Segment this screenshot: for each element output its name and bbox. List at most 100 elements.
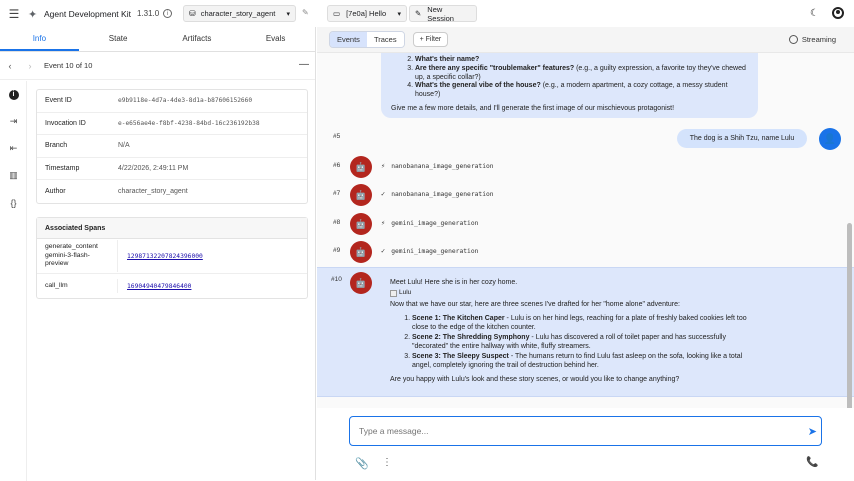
item-bold: Scene 2: The Shredding Symphony (412, 333, 530, 341)
list-item: Scene 3: The Sleepy Suspect - The humans… (412, 352, 760, 370)
tab-info[interactable]: Info (0, 27, 79, 51)
filter-button[interactable]: + Filter (412, 32, 449, 47)
side-tabs: Info State Artifacts Evals (0, 27, 315, 52)
span-link[interactable]: 16904940479846400 (118, 283, 191, 290)
new-session-button[interactable]: ✎ New Session (409, 4, 477, 23)
list-item: What's their name? (415, 56, 748, 65)
span-name: call_llm (37, 278, 118, 294)
tool-response-chip[interactable]: ✓ nanobanana_image_generation (381, 186, 494, 202)
meta-key: Timestamp (45, 165, 80, 173)
event-number: #8 (333, 219, 341, 226)
side-response-icon[interactable]: ⇤ (0, 135, 27, 162)
meta-value: character_story_agent (118, 188, 188, 196)
phone-icon[interactable]: 📞 (806, 457, 818, 468)
adk-logo-icon: ✦ (28, 8, 38, 21)
chat-scrollbar[interactable] (847, 223, 852, 408)
selected-event[interactable]: #10 🤖 Meet Lulu! Here she is in her cozy… (317, 267, 854, 397)
tool-call-chip[interactable]: ⚡ gemini_image_generation (381, 215, 478, 231)
edit-icon[interactable]: ✎ (302, 8, 309, 17)
session-select[interactable]: ▭ [7e0a] Hello ▾ (327, 5, 407, 22)
bot-message[interactable]: What's their name? Are there any specifi… (381, 53, 758, 118)
event-number: #5 (333, 133, 341, 140)
new-session-label: New Session (427, 4, 454, 23)
event-counter: Event 10 of 10 (44, 61, 93, 70)
agent-select[interactable]: ⛁ character_story_agent ▾ (183, 5, 296, 22)
side-request-icon[interactable]: ⇥ (0, 108, 27, 135)
tab-evals[interactable]: Evals (236, 27, 315, 51)
message-lead: Now that we have our star, here are thre… (390, 300, 680, 308)
version-label: 1.31.0 (136, 9, 160, 18)
bot-avatar-icon: 🤖 (350, 213, 372, 235)
meta-key: Invocation ID (45, 119, 86, 127)
send-icon[interactable]: ➤ (808, 425, 817, 438)
collapse-icon[interactable]: — (299, 59, 309, 70)
streaming-toggle[interactable]: Streaming (788, 35, 836, 44)
more-vert-icon[interactable]: ⋮ (382, 457, 392, 468)
side-info-icon[interactable]: i (0, 81, 27, 108)
tab-events[interactable]: Events (330, 32, 367, 47)
event-number: #10 (331, 276, 342, 283)
view-toggle: Events Traces (329, 31, 405, 48)
tool-name: gemini_image_generation (391, 219, 479, 227)
tool-name: nanobanana_image_generation (391, 162, 494, 170)
event-number: #9 (333, 247, 341, 254)
meta-row: Invocation ID e-e656ae4e-f8bf-4238-84bd-… (37, 113, 307, 136)
message-input[interactable] (359, 426, 779, 436)
bolt-icon: ⚡ (381, 162, 386, 170)
item-bold: What's the general vibe of the house? (415, 82, 541, 90)
tool-name: gemini_image_generation (391, 247, 479, 255)
span-link[interactable]: 12987132207824396000 (118, 253, 203, 260)
meta-value: 4/22/2026, 2:49:11 PM (118, 165, 189, 173)
span-row: call_llm 16904940479846400 (37, 274, 307, 298)
info-icon[interactable]: i (163, 9, 173, 18)
broken-image: Lulu (390, 289, 760, 297)
bot-avatar-icon: 🤖 (350, 272, 372, 294)
chat-icon: ▭ (333, 9, 341, 18)
meta-row: Branch N/A (37, 135, 307, 158)
associated-spans: Associated Spans generate_content gemini… (36, 217, 308, 299)
bolt-icon: ⚡ (381, 219, 386, 227)
streaming-label: Streaming (801, 35, 836, 44)
next-event-icon[interactable]: › (20, 61, 40, 71)
new-session-icon: ✎ (415, 9, 422, 18)
event-metadata: Event ID e9b9118e-4d7a-4de3-8d1a-b876061… (36, 89, 308, 204)
check-icon: ✓ (381, 190, 386, 198)
bot-message: Meet Lulu! Here she is in her cozy home.… (390, 278, 760, 384)
broken-image-icon (390, 289, 397, 297)
user-message[interactable]: The dog is a Shih Tzu, name Lulu (677, 129, 807, 148)
span-name: generate_content gemini-3-flash-preview (37, 240, 118, 272)
span-row: generate_content gemini-3-flash-preview … (37, 239, 307, 274)
account-icon[interactable] (832, 7, 844, 19)
tab-state[interactable]: State (79, 27, 158, 51)
events-toolbar: Events Traces + Filter Streaming (317, 27, 854, 53)
meta-key: Event ID (45, 97, 72, 105)
meta-row: Timestamp 4/22/2026, 2:49:11 PM (37, 158, 307, 181)
meta-key: Author (45, 188, 66, 196)
menu-icon[interactable]: ☰ (0, 7, 28, 21)
bot-avatar-icon: 🤖 (350, 184, 372, 206)
side-code-icon[interactable]: {} (0, 189, 27, 216)
list-item: Are there any specific "troublemaker" fe… (415, 65, 748, 83)
side-graph-icon[interactable]: ▥ (0, 162, 27, 189)
agent-icon: ⛁ (189, 9, 196, 18)
tool-name: nanobanana_image_generation (391, 190, 494, 198)
dark-mode-icon[interactable]: ☾ (810, 8, 819, 19)
meta-value: e-e656ae4e-f8bf-4238-84bd-16c236192b38 (118, 119, 260, 127)
item-bold: What's their name? (415, 56, 480, 63)
session-select-value: [7e0a] Hello (346, 9, 387, 18)
bot-avatar-icon: 🤖 (350, 241, 372, 263)
radio-icon (788, 35, 798, 44)
event-number: #7 (333, 190, 341, 197)
meta-row: Author character_story_agent (37, 180, 307, 203)
tab-traces[interactable]: Traces (366, 32, 404, 47)
image-alt-text: Lulu (399, 289, 412, 297)
tab-artifacts[interactable]: Artifacts (158, 27, 237, 51)
chevron-down-icon: ▾ (397, 10, 401, 18)
prev-event-icon[interactable]: ‹ (0, 61, 20, 71)
app-title: Agent Development Kit (44, 8, 131, 19)
list-item: Scene 1: The Kitchen Caper - Lulu is on … (412, 314, 760, 332)
list-item: Scene 2: The Shredding Symphony - Lulu h… (412, 333, 760, 351)
tool-response-chip[interactable]: ✓ gemini_image_generation (381, 243, 478, 259)
tool-call-chip[interactable]: ⚡ nanobanana_image_generation (381, 158, 494, 174)
attach-icon[interactable]: 📎 (355, 457, 369, 470)
